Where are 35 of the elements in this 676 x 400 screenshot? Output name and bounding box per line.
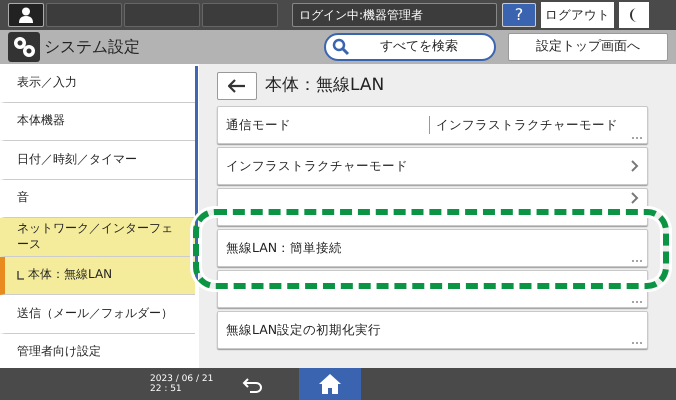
row-label: 無線LAN：簡単接続 xyxy=(226,238,342,257)
branch-icon xyxy=(17,270,25,280)
sidebar-item[interactable]: 本体：無線LAN xyxy=(0,256,195,295)
more-icon xyxy=(631,341,643,345)
login-status-field[interactable]: ログイン中:機器管理者 xyxy=(292,3,497,27)
return-arrow-icon xyxy=(242,376,264,393)
settings-top-button[interactable]: 設定トップ画面へ xyxy=(508,33,668,61)
search-icon xyxy=(332,38,350,56)
home-icon xyxy=(318,373,342,395)
help-button[interactable]: ? xyxy=(502,3,536,27)
logout-button[interactable]: ログアウト xyxy=(541,2,614,28)
left-arrow-icon xyxy=(228,79,246,93)
user-button[interactable] xyxy=(8,3,44,27)
setting-row[interactable]: 無線LAN設定の初期化実行 xyxy=(217,311,648,349)
page-title: システム設定 xyxy=(44,36,140,58)
setting-row[interactable]: 通信モード インフラストラクチャーモード xyxy=(217,106,648,144)
home-button[interactable] xyxy=(299,368,361,400)
chevron-right-icon xyxy=(631,192,639,204)
row-label: 無線LAN設定の初期化実行 xyxy=(226,320,382,339)
time-text: 22 : 51 xyxy=(150,384,183,394)
more-icon xyxy=(631,136,643,140)
row-label: インフラストラクチャーモード xyxy=(226,156,408,175)
setting-row[interactable]: 無線LAN：簡単接続 xyxy=(217,229,648,267)
date-text: 2023 / 06 / 21 xyxy=(150,374,214,384)
setting-row[interactable]: インフラストラクチャーモード xyxy=(217,147,648,185)
search-button[interactable]: すべてを検索 xyxy=(324,33,496,61)
row-label: 通信モード xyxy=(226,116,291,134)
chevron-right-icon xyxy=(631,160,639,172)
back-button[interactable] xyxy=(217,72,257,100)
more-icon xyxy=(631,259,643,263)
sidebar-item[interactable]: ネットワーク／インターフェース xyxy=(0,218,195,256)
content-title: 本体：無線LAN xyxy=(265,74,384,98)
more-icon xyxy=(631,300,643,304)
person-icon xyxy=(19,7,33,23)
theme-button[interactable] xyxy=(619,2,649,28)
